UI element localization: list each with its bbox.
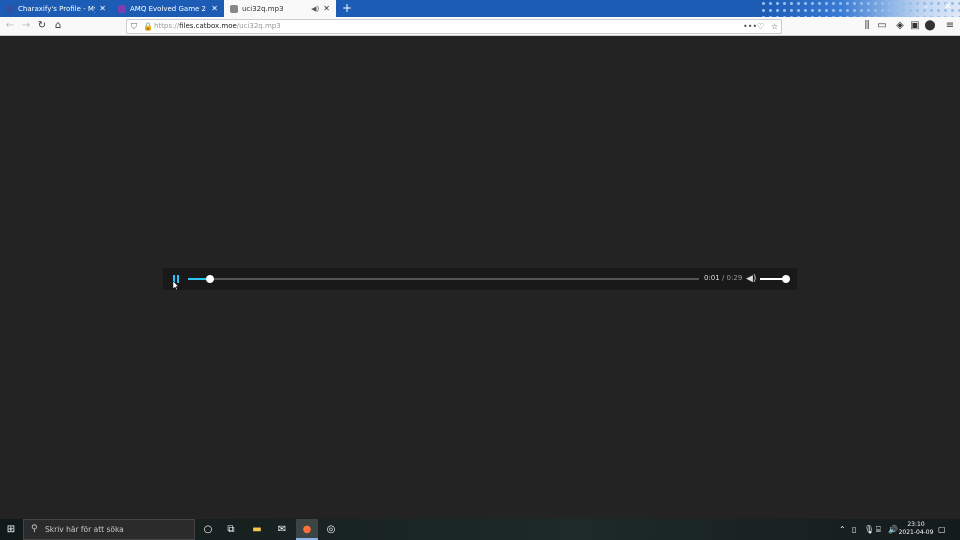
home-icon[interactable]: ⌂ bbox=[51, 19, 65, 33]
mouse-cursor-icon bbox=[173, 281, 179, 290]
tablet-icon[interactable]: ▯ bbox=[852, 519, 856, 540]
current-time: 0:01 bbox=[704, 274, 720, 282]
windows-start-icon[interactable]: ⊞ bbox=[0, 519, 22, 540]
tab-close-icon[interactable]: ✕ bbox=[323, 4, 330, 13]
tab-label: AMQ Evolved Game 2! bbox=[130, 4, 208, 13]
new-tab-button[interactable]: + bbox=[340, 1, 354, 15]
file-explorer-icon[interactable]: ▬ bbox=[246, 519, 268, 540]
addon-badge-icon[interactable]: ▣ bbox=[908, 19, 922, 33]
clock-time: 23:10 bbox=[907, 521, 925, 528]
minimize-icon[interactable]: – bbox=[924, 2, 929, 12]
notifications-icon[interactable]: ▢ bbox=[938, 519, 946, 540]
page-actions-icon[interactable]: ••• bbox=[743, 20, 757, 33]
cortana-icon[interactable]: ○ bbox=[197, 519, 219, 540]
search-placeholder: Skriv här för att söka bbox=[45, 525, 124, 534]
forward-icon[interactable]: → bbox=[19, 19, 33, 33]
tab-uci32q[interactable]: uci32q.mp3 ◀) ✕ bbox=[224, 0, 336, 17]
progress-thumb[interactable] bbox=[205, 275, 214, 283]
task-view-icon[interactable]: ⧉ bbox=[220, 519, 242, 540]
tracking-shield-icon[interactable]: ⛉ bbox=[131, 20, 137, 33]
firefox-icon[interactable]: ● bbox=[296, 519, 318, 540]
mail-app-icon[interactable]: ✉ bbox=[271, 519, 293, 540]
url-text: https://files.catbox.moe/uci32q.mp3 bbox=[154, 22, 281, 30]
tab-close-icon[interactable]: ✕ bbox=[211, 4, 218, 13]
sidebar-icon[interactable]: ▭ bbox=[875, 19, 889, 33]
network-icon[interactable]: ⌸ bbox=[876, 519, 881, 540]
back-icon[interactable]: ← bbox=[3, 19, 17, 33]
time-display: 0:01 / 0:29 bbox=[704, 274, 742, 282]
tab-myanimelist[interactable]: Charaxify's Profile - MyAnimeList ✕ bbox=[0, 0, 112, 17]
tab-label: uci32q.mp3 bbox=[242, 4, 284, 13]
pocket-icon[interactable]: ♡ bbox=[757, 20, 764, 33]
system-clock[interactable]: 23:10 2021-04-09 bbox=[896, 521, 936, 537]
menu-icon[interactable]: ≡ bbox=[943, 19, 957, 33]
theme-artwork bbox=[760, 0, 960, 17]
library-icon[interactable]: ⫼ bbox=[860, 19, 874, 33]
tab-favicon bbox=[230, 4, 238, 13]
taskbar-search-box[interactable]: ⚲ Skriv här för att söka bbox=[23, 519, 195, 540]
tab-favicon bbox=[118, 4, 126, 13]
ublock-icon[interactable]: ⬤ bbox=[923, 19, 937, 33]
volume-thumb[interactable] bbox=[782, 275, 790, 283]
reload-icon[interactable]: ↻ bbox=[35, 19, 49, 33]
volume-slider[interactable] bbox=[760, 275, 790, 283]
microphone-icon[interactable]: 🎙 bbox=[864, 519, 874, 540]
extension-icon[interactable]: ◈ bbox=[893, 19, 907, 33]
tab-strip: Charaxify's Profile - MyAnimeList ✕ AMQ … bbox=[0, 0, 960, 17]
app-icon[interactable]: ◎ bbox=[320, 519, 342, 540]
search-icon: ⚲ bbox=[31, 524, 38, 534]
tab-amq[interactable]: AMQ Evolved Game 2! ✕ bbox=[112, 0, 224, 17]
close-window-icon[interactable]: ✕ bbox=[944, 2, 952, 12]
mute-icon[interactable]: ◀) bbox=[746, 273, 758, 285]
bookmark-star-icon[interactable]: ☆ bbox=[771, 20, 778, 33]
tab-label: Charaxify's Profile - MyAnimeList bbox=[18, 4, 95, 13]
audio-player[interactable]: 0:01 / 0:29 ◀) bbox=[163, 268, 797, 290]
progress-track[interactable] bbox=[188, 275, 699, 283]
tab-audio-playing-icon[interactable]: ◀) bbox=[311, 5, 319, 13]
duration: 0:29 bbox=[726, 274, 743, 282]
tab-favicon bbox=[6, 4, 14, 13]
address-bar[interactable]: ⛉ 🔒 https://files.catbox.moe/uci32q.mp3 … bbox=[126, 19, 782, 34]
tab-close-icon[interactable]: ✕ bbox=[99, 4, 106, 13]
browser-chrome: Charaxify's Profile - MyAnimeList ✕ AMQ … bbox=[0, 0, 960, 36]
clock-date: 2021-04-09 bbox=[898, 529, 934, 536]
navigation-toolbar: ← → ↻ ⌂ ⛉ 🔒 https://files.catbox.moe/uci… bbox=[0, 17, 960, 36]
time-separator: / bbox=[719, 274, 727, 282]
show-hidden-icons-icon[interactable]: ⌃ bbox=[839, 519, 846, 540]
windows-taskbar: ⊞ ⚲ Skriv här för att söka ○ ⧉ ▬ ✉ ● ◎ ⌃… bbox=[0, 519, 960, 540]
lock-icon[interactable]: 🔒 bbox=[143, 20, 153, 33]
